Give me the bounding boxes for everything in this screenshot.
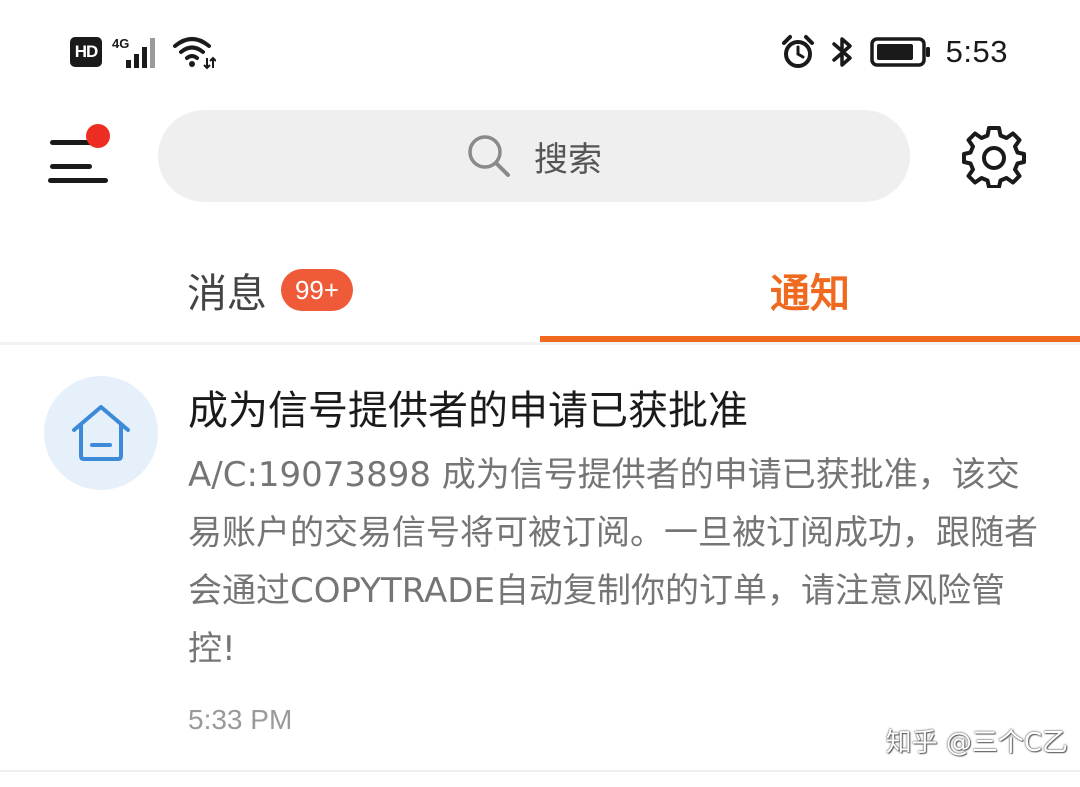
unread-count-badge: 99+: [280, 269, 354, 311]
battery-icon: [869, 37, 930, 67]
menu-button[interactable]: [48, 124, 120, 188]
search-placeholder: 搜索: [534, 139, 602, 180]
notification-body: A/C:19073898 成为信号提供者的申请已获批准，该交易账户的交易信号将可…: [188, 455, 1038, 669]
hd-label: HD: [74, 42, 99, 61]
tab-notifications[interactable]: 通知: [540, 240, 1080, 340]
hd-icon: HD: [70, 37, 102, 67]
home-icon: [72, 405, 130, 461]
gear-icon: [962, 126, 1026, 189]
notification-title: 成为信号提供者的申请已获批准: [188, 388, 748, 434]
tab-messages[interactable]: 消息 99+: [0, 240, 540, 340]
notification-item[interactable]: 成为信号提供者的申请已获批准 A/C:19073898 成为信号提供者的申请已获…: [0, 370, 1080, 770]
tab-bar: 消息 99+ 通知: [0, 240, 1080, 346]
tab-messages-label: 消息: [186, 271, 267, 317]
menu-icon-line: [48, 178, 108, 183]
tab-divider: [0, 342, 1080, 345]
notification-avatar: [44, 376, 158, 490]
bluetooth-icon: [831, 37, 852, 67]
search-bar[interactable]: 搜索: [158, 110, 910, 202]
notification-time: 5:33 PM: [188, 704, 293, 735]
clock: 5:53: [945, 34, 1008, 69]
alarm-icon: [781, 35, 814, 68]
list-divider: [0, 770, 1080, 772]
watermark: 知乎 @三个C乙: [885, 728, 1068, 758]
settings-button[interactable]: [962, 124, 1026, 189]
search-icon: [468, 135, 510, 177]
status-bar: HD 4G 5:53: [0, 0, 1080, 104]
top-toolbar: 搜索: [0, 110, 1080, 202]
notifications-screen: HD 4G 5:53 搜索 消息 99+ 通知 成为信号提供者的申请已获批准 A…: [0, 0, 1080, 787]
tab-notifications-label: 通知: [770, 271, 850, 317]
signal-icon: 4G: [110, 34, 164, 70]
status-left: HD 4G: [70, 32, 216, 72]
notification-dot: [86, 124, 110, 148]
status-right: 5:53: [780, 30, 1008, 74]
wifi-icon: [173, 37, 216, 70]
